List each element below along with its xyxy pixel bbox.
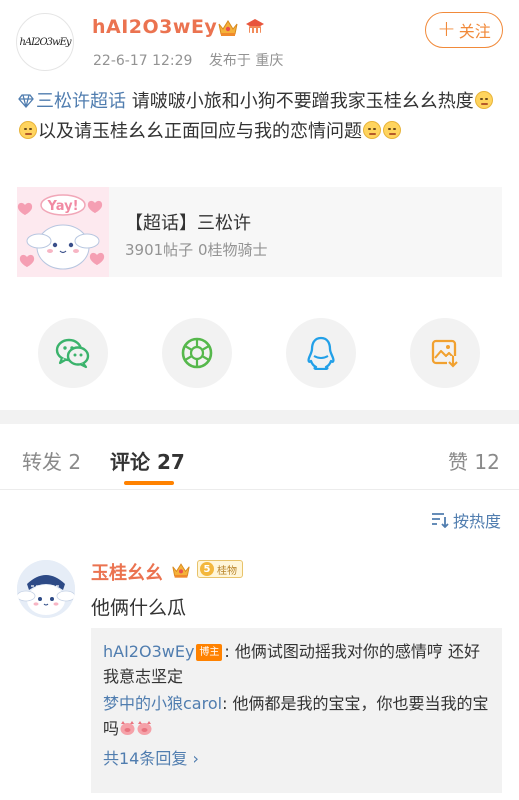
- post-header: hAI2O3wEy hAI2O3wEy 22-6-17 12:29 发布于 重庆…: [0, 0, 519, 80]
- share-row: [0, 318, 519, 390]
- fan-level-badge: 5 桂物: [197, 560, 243, 578]
- yay-text: Yay!: [47, 199, 79, 214]
- interaction-tabs: 转发 2 评论 27 赞 12: [0, 424, 519, 490]
- commenter-avatar[interactable]: [17, 560, 75, 618]
- save-image-icon: [431, 339, 459, 368]
- sort-by-hot-button[interactable]: 按热度: [431, 508, 501, 532]
- plus-icon: +: [437, 17, 456, 42]
- super-topic-title: 【超话】三松许: [125, 213, 251, 234]
- save-image-button[interactable]: [410, 318, 480, 388]
- crown-badge-icon: [218, 20, 238, 36]
- super-topic-card[interactable]: Yay! 【超话】三松许 3901帖子 0桂物骑士: [17, 187, 502, 277]
- fan-level-number: 5: [200, 562, 214, 576]
- smile-emoji-icon: [474, 91, 493, 109]
- avatar[interactable]: hAI2O3wEy: [16, 13, 74, 71]
- graduation-hat-badge-icon: [246, 19, 264, 33]
- active-tab-indicator: [124, 481, 174, 485]
- wechat-icon: [55, 338, 90, 369]
- pig-emoji-icon: [120, 721, 135, 735]
- post-text: 三松许超话 请啵啵小旅和小狗不要蹭我家玉桂幺幺热度以及请玉桂幺幺正面回应与我的恋…: [18, 87, 508, 147]
- follow-label: 关注: [458, 22, 491, 41]
- super-topic-link[interactable]: 三松许超话: [18, 91, 126, 112]
- tab-comments[interactable]: 评论 27: [110, 446, 185, 475]
- avatar-signature: hAI2O3wEy: [19, 36, 71, 48]
- commenter-name[interactable]: 玉桂幺幺: [91, 559, 163, 585]
- smile-emoji-icon: [363, 121, 381, 139]
- share-wechat-button[interactable]: [38, 318, 108, 388]
- diamond-icon: [18, 94, 34, 108]
- post-text-part-1: 请啵啵小旅和小狗不要蹭我家玉桂幺幺热度: [126, 91, 474, 112]
- post-username[interactable]: hAI2O3wEy: [92, 16, 217, 38]
- smile-emoji-icon: [383, 121, 401, 139]
- crown-badge-icon: [172, 563, 190, 578]
- tab-likes[interactable]: 赞 12: [448, 446, 500, 475]
- reply-author[interactable]: 梦中的小狼carol: [103, 694, 222, 713]
- comment-text: 他俩什么瓜: [91, 597, 187, 619]
- post-meta: 22-6-17 12:29 发布于 重庆: [93, 50, 295, 70]
- follow-button[interactable]: + 关注: [425, 12, 503, 48]
- super-topic-thumbnail: Yay!: [17, 187, 109, 277]
- super-topic-label: 三松许超话: [36, 91, 126, 112]
- fan-level-label: 桂物: [217, 565, 237, 577]
- reply-author[interactable]: hAI2O3wEy: [103, 642, 194, 661]
- sort-icon: [431, 513, 449, 528]
- reply-item[interactable]: 梦中的小狼carol: 他俩都是我的宝宝，你也要当我的宝吗: [103, 691, 490, 741]
- qq-icon: [307, 336, 335, 370]
- replies-box: hAI2O3wEy 博主: 他俩试图动摇我对你的感情哼 还好我意志坚定 梦中的小狼…: [91, 628, 502, 793]
- pig-emoji-icon: [137, 721, 152, 735]
- super-topic-stats: 3901帖子 0桂物骑士: [125, 241, 268, 259]
- tab-repost[interactable]: 转发 2: [22, 446, 81, 475]
- cinnamoroll-image-icon: Yay!: [17, 187, 109, 277]
- post-date: 22-6-17 12:29: [93, 53, 193, 69]
- moments-icon: [181, 337, 213, 369]
- section-divider: [0, 410, 519, 424]
- share-qq-button[interactable]: [286, 318, 356, 388]
- cinnamoroll-avatar-icon: [17, 560, 75, 618]
- comment-item: 玉桂幺幺 5 桂物 他俩什么瓜 hAI2O3wEy 博主: 他俩试图动摇我对你的感…: [0, 545, 519, 800]
- more-replies-link[interactable]: 共14条回复 ›: [103, 745, 490, 769]
- reply-item[interactable]: hAI2O3wEy 博主: 他俩试图动摇我对你的感情哼 还好我意志坚定: [103, 639, 490, 689]
- op-badge: 博主: [196, 644, 223, 661]
- sort-label: 按热度: [452, 512, 501, 531]
- post-text-part-2: 以及请玉桂幺幺正面回应与我的恋情问题: [38, 121, 362, 142]
- share-moments-button[interactable]: [162, 318, 232, 388]
- smile-emoji-icon: [19, 121, 37, 139]
- post-location: 发布于 重庆: [208, 53, 284, 69]
